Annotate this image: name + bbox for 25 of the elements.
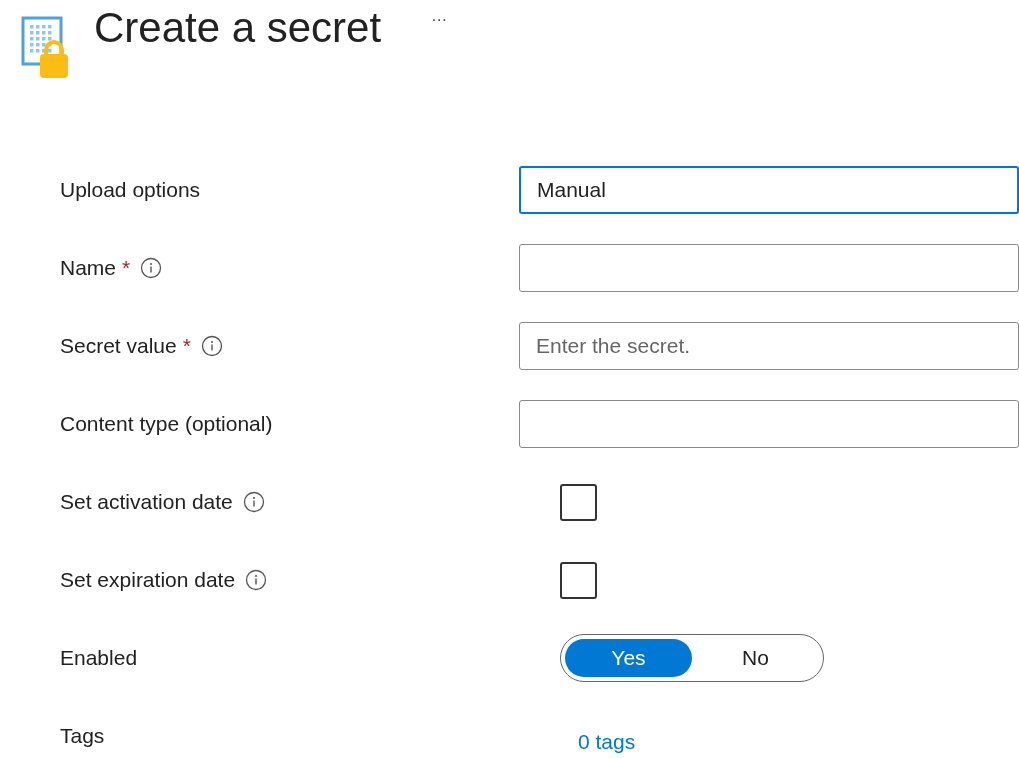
field-label: Content type (optional): [60, 411, 273, 438]
info-icon[interactable]: [140, 257, 163, 279]
field-label: Set expiration date: [60, 567, 236, 594]
checkbox[interactable]: [560, 483, 597, 521]
info-icon[interactable]: [245, 569, 268, 591]
tags-link[interactable]: 0 tags: [578, 726, 636, 758]
info-icon[interactable]: [242, 491, 265, 513]
page-title: Create a secret: [94, 4, 382, 52]
dropdown-field[interactable]: Manual: [519, 166, 1019, 214]
more-options-button[interactable]: ···: [431, 8, 448, 32]
required-mark: *: [182, 333, 191, 360]
field-label: Enabled: [60, 645, 138, 672]
input-field[interactable]: [519, 400, 1019, 448]
checkbox[interactable]: [560, 561, 597, 599]
info-icon[interactable]: [200, 335, 223, 357]
input-field[interactable]: Enter the secret.: [519, 322, 1019, 370]
required-mark: *: [122, 255, 131, 282]
field-label: Tags: [60, 723, 105, 750]
field-label: Set activation date: [60, 489, 233, 516]
input-field[interactable]: [519, 244, 1019, 292]
toggle-option[interactable]: Yes: [565, 639, 692, 677]
toggle-option[interactable]: No: [692, 639, 819, 677]
field-label: Upload options: [60, 177, 201, 204]
field-label: Secret value: [60, 333, 177, 360]
field-label: Name: [60, 255, 117, 282]
